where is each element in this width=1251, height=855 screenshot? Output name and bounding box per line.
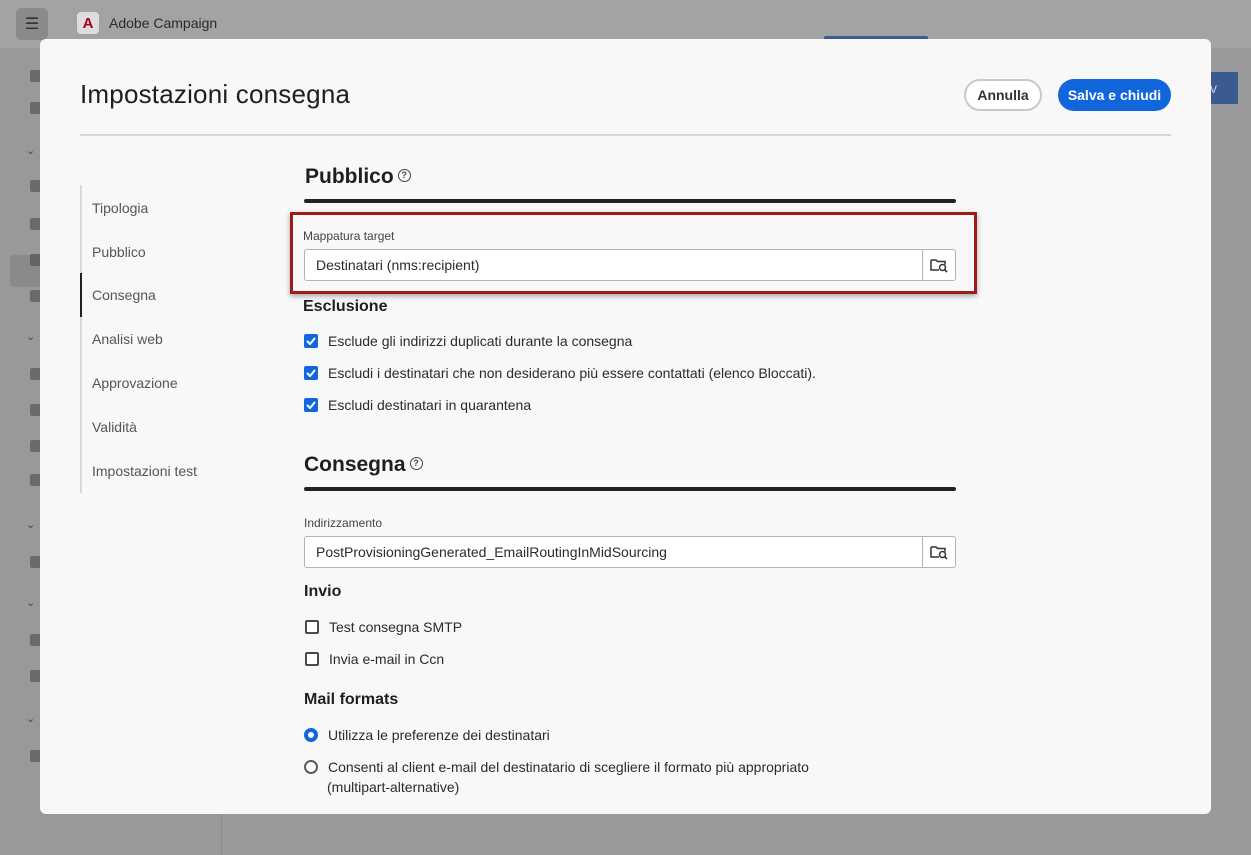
help-icon[interactable]: ? — [409, 456, 423, 470]
checkbox-unchecked-icon[interactable] — [305, 652, 319, 666]
send-heading: Invio — [304, 583, 342, 600]
routing-value: PostProvisioningGenerated_EmailRoutingIn… — [316, 544, 667, 560]
delivery-settings-dialog: Impostazioni consegna Annulla Salva e ch… — [40, 39, 1211, 814]
exclude-blocklist-checkbox[interactable]: Escludi i destinatari che non desiderano… — [304, 365, 816, 381]
nav-item-tipologia[interactable]: Tipologia — [92, 200, 148, 216]
cancel-button[interactable]: Annulla — [964, 79, 1042, 111]
nav-item-approvazione[interactable]: Approvazione — [92, 375, 178, 391]
checkbox-label: Test consegna SMTP — [329, 619, 463, 635]
section-title-consegna: Consegna? — [304, 453, 423, 477]
nav-item-impostazioni-test[interactable]: Impostazioni test — [92, 463, 197, 479]
checkbox-label: Escludi i destinatari che non desiderano… — [328, 365, 816, 381]
radio-selected-icon[interactable] — [304, 728, 318, 742]
target-mapping-value: Destinatari (nms:recipient) — [316, 257, 480, 273]
exclude-quarantine-checkbox[interactable]: Escludi destinatari in quarantena — [304, 397, 531, 413]
section-divider — [304, 199, 956, 203]
routing-field[interactable]: PostProvisioningGenerated_EmailRoutingIn… — [304, 536, 956, 568]
chevron-down-icon[interactable]: ⌄ — [26, 144, 35, 157]
checkbox-checked-icon[interactable] — [304, 398, 318, 412]
radio-label: Utilizza le preferenze dei destinatari — [328, 727, 550, 743]
checkbox-label: Escludi destinatari in quarantena — [328, 397, 532, 413]
save-and-close-button[interactable]: Salva e chiudi — [1058, 79, 1171, 111]
chevron-down-icon[interactable]: ⌄ — [26, 330, 35, 343]
nav-active-indicator — [80, 273, 82, 317]
dialog-title: Impostazioni consegna — [80, 79, 351, 109]
folder-search-icon[interactable] — [922, 250, 955, 280]
help-icon[interactable]: ? — [397, 168, 411, 182]
section-title-consegna-text: Consegna — [304, 453, 406, 476]
checkbox-checked-icon[interactable] — [304, 334, 318, 348]
adobe-logo-icon: A — [77, 12, 99, 34]
app-name: Adobe Campaign — [109, 15, 218, 31]
mail-format-option-multipart[interactable]: Consenti al client e-mail del destinatar… — [304, 759, 809, 775]
header-divider — [80, 134, 1171, 136]
exclusion-heading: Esclusione — [303, 298, 388, 315]
radio-label: Consenti al client e-mail del destinatar… — [328, 759, 809, 775]
section-title-pubblico: Pubblico? — [305, 165, 411, 189]
chevron-down-icon[interactable]: ⌄ — [26, 518, 35, 531]
settings-nav: Tipologia Pubblico Consegna Analisi web … — [80, 185, 280, 493]
target-mapping-field[interactable]: Destinatari (nms:recipient) — [304, 249, 956, 281]
checkbox-label: Esclude gli indirizzi duplicati durante … — [328, 333, 633, 349]
send-bcc-checkbox[interactable]: Invia e-mail in Ccn — [305, 651, 444, 667]
radio-unselected-icon[interactable] — [304, 760, 318, 774]
mail-formats-heading: Mail formats — [304, 691, 399, 708]
target-mapping-label: Mappatura target — [303, 229, 395, 243]
folder-search-icon[interactable] — [922, 537, 955, 567]
section-divider — [304, 487, 956, 491]
checkbox-unchecked-icon[interactable] — [305, 620, 319, 634]
hamburger-menu-icon[interactable]: ☰ — [16, 8, 48, 40]
section-title-pubblico-text: Pubblico — [305, 165, 394, 188]
nav-item-validita[interactable]: Validità — [92, 419, 137, 435]
nav-item-consegna[interactable]: Consegna — [92, 287, 156, 303]
nav-item-analisi-web[interactable]: Analisi web — [92, 331, 163, 347]
checkbox-checked-icon[interactable] — [304, 366, 318, 380]
nav-item-pubblico[interactable]: Pubblico — [92, 244, 146, 260]
chevron-down-icon[interactable]: ⌄ — [26, 712, 35, 725]
radio-label-line2: (multipart-alternative) — [327, 779, 460, 795]
checkbox-label: Invia e-mail in Ccn — [329, 651, 445, 667]
routing-label: Indirizzamento — [304, 516, 383, 530]
smtp-test-checkbox[interactable]: Test consegna SMTP — [305, 619, 462, 635]
exclude-duplicates-checkbox[interactable]: Esclude gli indirizzi duplicati durante … — [304, 333, 632, 349]
mail-format-option-preferences[interactable]: Utilizza le preferenze dei destinatari — [304, 727, 550, 743]
chevron-down-icon[interactable]: ⌄ — [26, 596, 35, 609]
